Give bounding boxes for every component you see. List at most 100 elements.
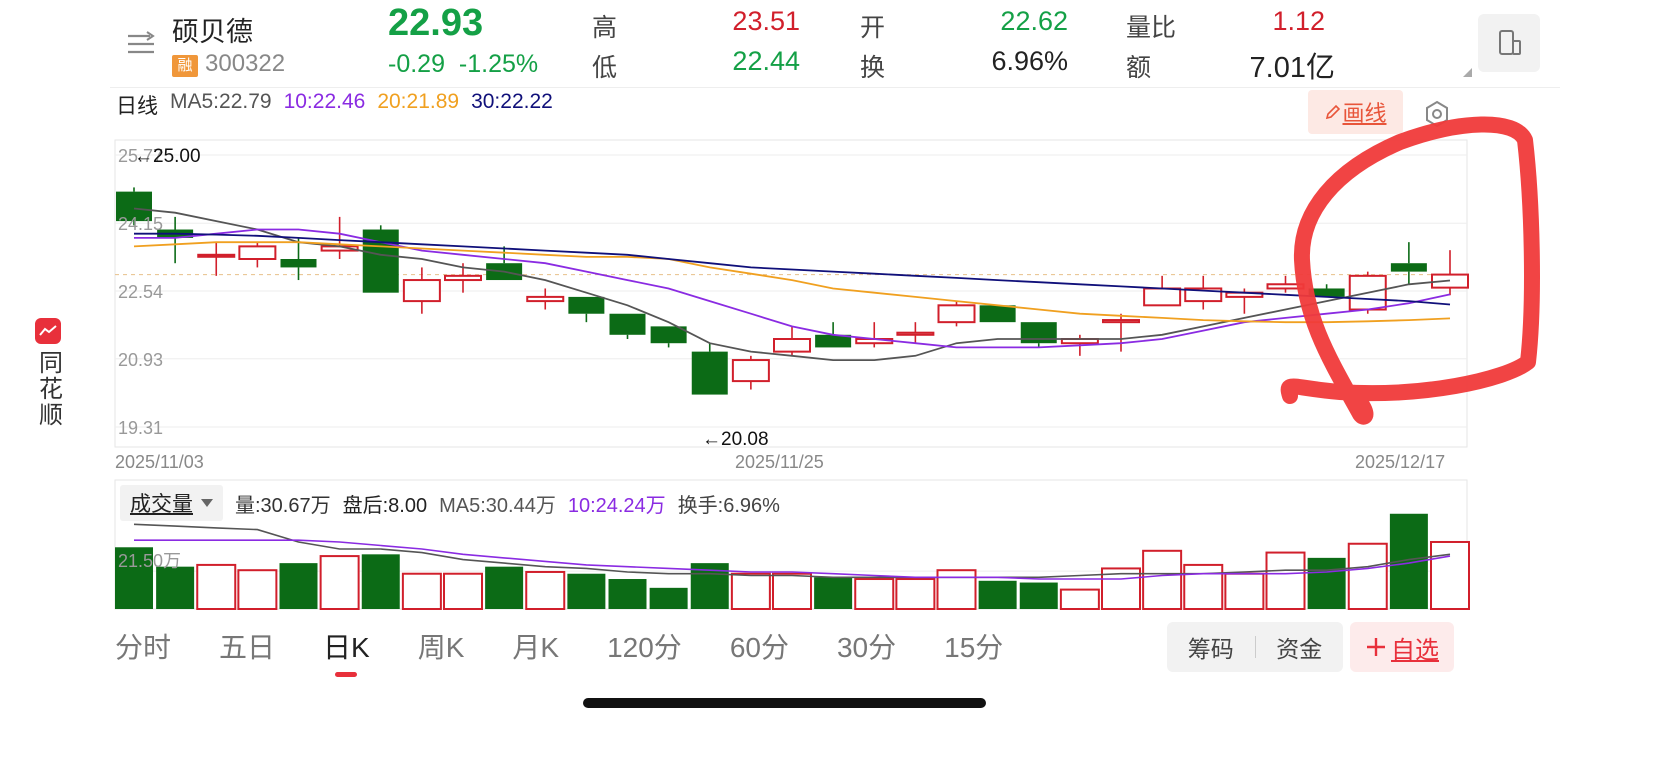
candle-body xyxy=(526,295,565,303)
volume-bar-12 xyxy=(608,579,647,609)
x-tick-end: 2025/12/17 xyxy=(1355,452,1446,472)
volume-bar-18 xyxy=(854,578,895,611)
candle-body xyxy=(280,259,317,268)
candle-18 xyxy=(855,322,894,348)
chart-grid xyxy=(114,139,1468,610)
candle-body xyxy=(197,253,236,258)
volume-bar-32 xyxy=(1430,540,1470,610)
tab-8[interactable]: 15分 xyxy=(944,626,1003,676)
candle-body xyxy=(1102,319,1140,324)
period-tabs: 分时 五日 日K 周K 月K 120分 60分 30分 15分 xyxy=(115,626,1051,677)
volume-bar-25 xyxy=(1142,549,1183,610)
candle-20 xyxy=(937,301,976,327)
volume-chart xyxy=(115,513,1470,611)
y-tick-1: 24.15 xyxy=(118,214,163,234)
candle-11 xyxy=(568,296,605,323)
candle-body xyxy=(896,331,935,336)
volume-bar-28 xyxy=(1265,551,1306,611)
indicator-select[interactable]: 成交量 xyxy=(120,485,223,521)
indicator-select-label: 成交量 xyxy=(130,493,193,516)
candle-body xyxy=(402,279,441,303)
home-indicator[interactable] xyxy=(583,698,986,708)
volume-bar-7 xyxy=(401,572,442,611)
volume-bar-3 xyxy=(237,569,278,611)
y-tick-3: 20.93 xyxy=(118,350,163,370)
ma20-line xyxy=(133,241,1451,324)
candle-body xyxy=(979,305,1016,323)
add-watchlist-button[interactable]: 自选 xyxy=(1350,622,1454,672)
chips-button[interactable]: 筹码 xyxy=(1167,630,1255,664)
tab-2[interactable]: 日K xyxy=(323,626,370,677)
candle-body xyxy=(1390,263,1427,272)
candle-10 xyxy=(526,288,565,310)
candle-32 xyxy=(1431,250,1469,296)
candle-3 xyxy=(238,242,277,268)
y-tick-4: 19.31 xyxy=(118,418,163,438)
y-tick-2: 22.54 xyxy=(118,282,163,302)
volume-bar-1 xyxy=(156,566,195,609)
tab-1[interactable]: 五日 xyxy=(219,626,275,676)
candle-22 xyxy=(1020,322,1057,348)
candle-19 xyxy=(896,322,935,344)
side-button-group: 筹码 资金 xyxy=(1167,622,1343,672)
volume-bar-13 xyxy=(649,587,688,609)
volume-tick: 21.50万 xyxy=(118,551,181,571)
candle-body xyxy=(238,245,277,261)
candle-25 xyxy=(1143,275,1182,307)
volume-ma5: MA5:30.44万 xyxy=(439,494,556,517)
candle-body xyxy=(568,296,605,314)
volume-bar-19 xyxy=(895,578,936,611)
volume-bar-5 xyxy=(319,555,360,610)
add-watchlist-label: 自选 xyxy=(1391,636,1439,664)
volume-bar-9 xyxy=(485,566,524,609)
after-hours-value: 盘后:8.00 xyxy=(342,494,428,517)
candle-26 xyxy=(1184,275,1223,310)
candle-21 xyxy=(979,305,1016,323)
x-tick-mid: 2025/11/25 xyxy=(735,452,824,472)
min-price-label: ←20.08 xyxy=(702,429,769,450)
volume-bar-26 xyxy=(1183,563,1224,611)
candle-body xyxy=(731,359,770,383)
tab-7[interactable]: 30分 xyxy=(837,626,896,676)
volume-legend: 成交量 量:30.67万 盘后:8.00 MA5:30.44万 10:24.24… xyxy=(120,485,792,521)
candle-body xyxy=(773,338,811,353)
candle-6 xyxy=(362,225,399,293)
turnover-rate: 换手:6.96% xyxy=(677,494,780,517)
volume-bar-27 xyxy=(1224,572,1265,611)
candle-body xyxy=(1020,322,1057,344)
candle-2 xyxy=(197,242,236,276)
volume-bar-17 xyxy=(814,577,853,609)
volume-ma10: 10:24.24万 xyxy=(567,494,666,517)
candle-16 xyxy=(773,326,811,356)
candle-12 xyxy=(609,313,646,339)
candle-body xyxy=(444,274,482,282)
tab-3[interactable]: 周K xyxy=(418,626,465,676)
volume-bar-11 xyxy=(567,573,606,609)
candle-31 xyxy=(1390,242,1427,285)
volume-bar-15 xyxy=(730,572,771,611)
volume-bar-2 xyxy=(196,563,237,611)
tab-4[interactable]: 月K xyxy=(512,626,559,676)
candle-body xyxy=(609,313,646,335)
volume-bar-30 xyxy=(1347,542,1388,611)
volume-bar-8 xyxy=(443,572,483,611)
dropdown-icon xyxy=(201,499,213,507)
tab-5[interactable]: 120分 xyxy=(607,626,682,676)
volume-bar-21 xyxy=(978,580,1017,609)
funds-button[interactable]: 资金 xyxy=(1256,630,1344,664)
volume-bar-10 xyxy=(525,570,566,610)
candle-body xyxy=(1143,287,1182,307)
x-tick-start: 2025/11/03 xyxy=(115,452,204,472)
active-tab-indicator xyxy=(335,672,358,677)
volume-bar-29 xyxy=(1307,557,1346,609)
tab-6[interactable]: 60分 xyxy=(730,626,789,676)
tab-0[interactable]: 分时 xyxy=(115,626,171,676)
volume-value: 量:30.67万 xyxy=(235,494,331,517)
max-price-label: ←25.00 xyxy=(134,146,201,167)
candle-15 xyxy=(731,355,770,390)
candle-body xyxy=(937,304,976,324)
candle-7 xyxy=(402,267,441,314)
volume-bar-23 xyxy=(1059,588,1100,610)
candle-body xyxy=(691,351,728,395)
candle-24 xyxy=(1102,313,1140,352)
